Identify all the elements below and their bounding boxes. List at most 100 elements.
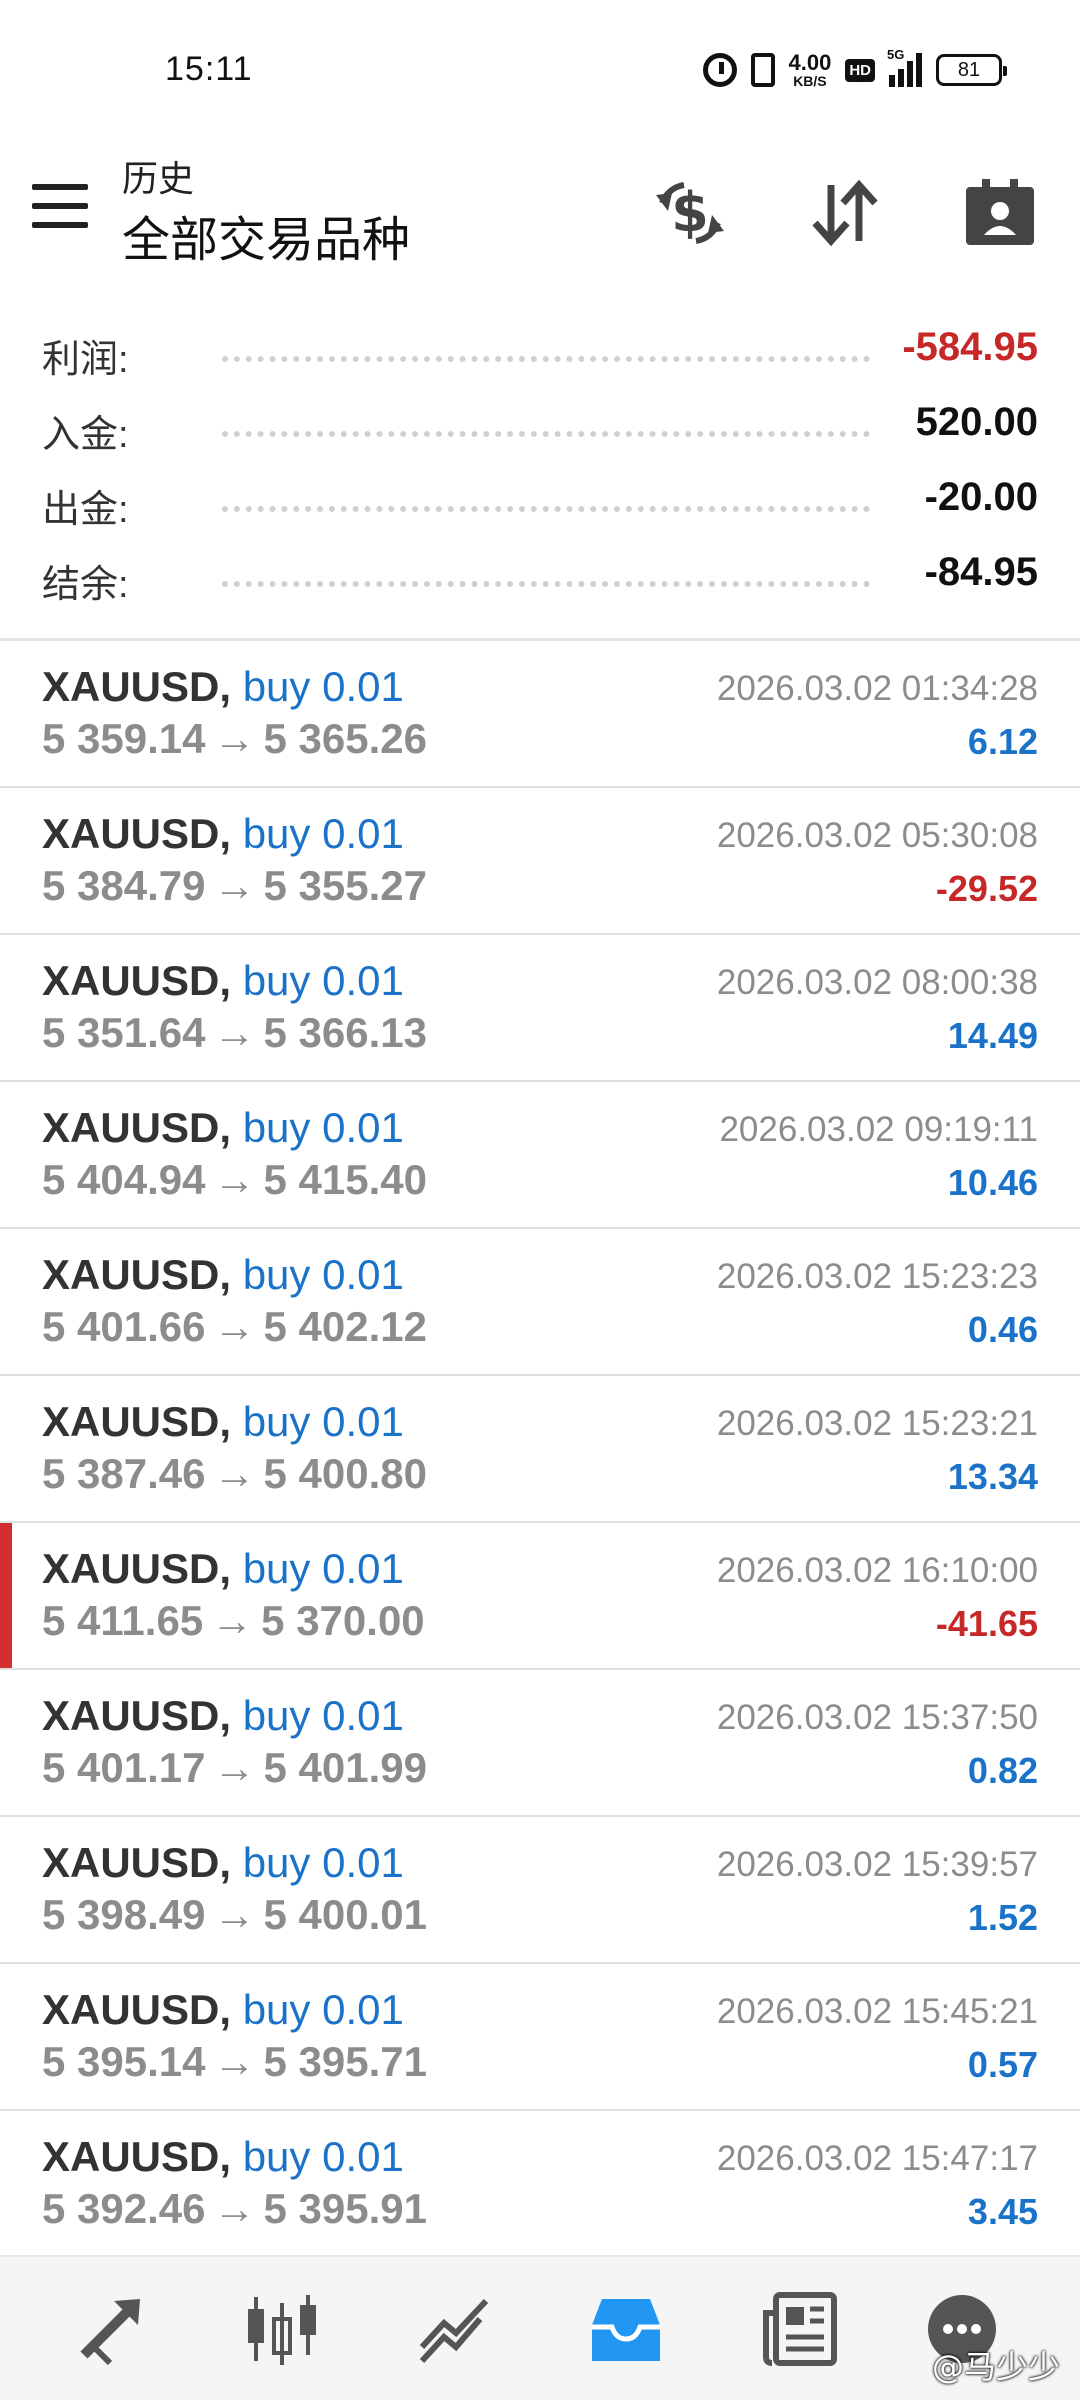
trade-header: XAUUSD, buy 0.01 — [42, 1692, 404, 1740]
open-price: 5 392.46 — [42, 2185, 206, 2232]
close-price: 5 395.91 — [263, 2185, 428, 2232]
trade-symbol: XAUUSD, — [42, 1839, 232, 1886]
net-speed-unit: KB/S — [793, 73, 827, 89]
trade-history-list: XAUUSD, buy 0.01 5 359.14 → 5 365.26 2026.03… — [0, 641, 1080, 2258]
trade-header: XAUUSD, buy 0.01 — [42, 957, 404, 1005]
signal-bar — [889, 75, 895, 87]
signal-icon: 5G — [887, 47, 922, 87]
trade-row[interactable]: XAUUSD, buy 0.01 5 411.65 → 5 370.00 2026.03… — [0, 1523, 1080, 1670]
trade-icon[interactable] — [412, 2287, 496, 2371]
trade-type: buy 0.01 — [242, 1545, 404, 1592]
status-icons: 4.00 KB/S HD 5G 81 — [702, 47, 1007, 92]
trade-prices: 5 384.79 → 5 355.27 — [42, 862, 427, 910]
trade-symbol: XAUUSD, — [42, 2133, 232, 2180]
arrow-icon: → — [213, 1303, 256, 1350]
trade-type: buy 0.01 — [242, 1839, 404, 1886]
trade-time: 2026.03.02 05:30:08 — [716, 816, 1038, 855]
trade-header: XAUUSD, buy 0.01 — [42, 1251, 404, 1299]
chart-icon[interactable] — [240, 2287, 324, 2371]
trade-header: XAUUSD, buy 0.01 — [42, 1986, 404, 2034]
open-price: 5 411.65 — [42, 1597, 204, 1644]
trade-row[interactable]: XAUUSD, buy 0.01 5 351.64 → 5 366.13 2026.03… — [0, 935, 1080, 1082]
hd-badge: HD — [845, 58, 875, 82]
trade-profit: 10.46 — [947, 1162, 1038, 1203]
trade-prices: 5 401.17 → 5 401.99 — [42, 1744, 427, 1792]
trade-symbol: XAUUSD, — [42, 1545, 232, 1592]
trade-row[interactable]: XAUUSD, buy 0.01 5 359.14 → 5 365.26 2026.03… — [0, 641, 1080, 788]
close-price: 5 400.80 — [263, 1450, 428, 1497]
trade-symbol: XAUUSD, — [42, 1251, 232, 1298]
trade-symbol: XAUUSD, — [42, 1692, 232, 1739]
trade-row[interactable]: XAUUSD, buy 0.01 5 395.14 → 5 395.71 2026.03… — [0, 1964, 1080, 2111]
currency-exchange-icon[interactable]: $ — [645, 168, 735, 258]
summary-label: 利润: — [42, 339, 129, 381]
summary-label: 入金: — [42, 414, 129, 456]
trade-profit: 14.49 — [947, 1015, 1038, 1056]
network-type: 5G — [887, 47, 905, 62]
trade-header: XAUUSD, buy 0.01 — [42, 810, 404, 858]
trade-row[interactable]: XAUUSD, buy 0.01 5 404.94 → 5 415.40 2026.03… — [0, 1082, 1080, 1229]
summary-row-deposit: 入金: 520.00 — [0, 395, 1080, 470]
battery-icon: 81 — [936, 54, 1007, 86]
trade-profit: -29.52 — [935, 868, 1038, 909]
trade-symbol: XAUUSD, — [42, 1398, 232, 1445]
trade-time: 2026.03.02 08:00:38 — [716, 963, 1038, 1002]
trade-symbol: XAUUSD, — [42, 1104, 232, 1151]
quotes-icon[interactable] — [68, 2287, 152, 2371]
trade-row[interactable]: XAUUSD, buy 0.01 5 401.66 → 5 402.12 2026.03… — [0, 1229, 1080, 1376]
signal-bar — [907, 61, 913, 87]
close-price: 5 401.99 — [263, 1744, 428, 1791]
trade-profit: 6.12 — [967, 721, 1038, 762]
trade-header: XAUUSD, buy 0.01 — [42, 1545, 404, 1593]
close-price: 5 370.00 — [261, 1597, 425, 1644]
battery-level: 81 — [957, 58, 981, 81]
open-price: 5 401.17 — [42, 1744, 206, 1791]
alarm-icon — [702, 53, 737, 87]
trade-row[interactable]: XAUUSD, buy 0.01 5 401.17 → 5 401.99 2026.03… — [0, 1670, 1080, 1817]
trade-symbol: XAUUSD, — [42, 663, 232, 710]
page-subtitle: 历史 — [122, 158, 195, 199]
trade-profit: 13.34 — [947, 1456, 1038, 1497]
open-price: 5 404.94 — [42, 1156, 206, 1203]
summary-row-withdrawal: 出金: -20.00 — [0, 470, 1080, 545]
history-icon[interactable] — [584, 2287, 668, 2371]
trade-prices: 5 401.66 → 5 402.12 — [42, 1303, 427, 1351]
open-price: 5 395.14 — [42, 2038, 206, 2085]
trade-type: buy 0.01 — [242, 1104, 404, 1151]
trade-row[interactable]: XAUUSD, buy 0.01 5 398.49 → 5 400.01 2026.03… — [0, 1817, 1080, 1964]
trade-row[interactable]: XAUUSD, buy 0.01 5 384.79 → 5 355.27 2026.03… — [0, 788, 1080, 935]
open-price: 5 398.49 — [42, 1891, 206, 1938]
dotted-leader — [222, 506, 870, 512]
open-price: 5 384.79 — [42, 862, 206, 909]
arrow-icon: → — [213, 1450, 256, 1497]
trade-header: XAUUSD, buy 0.01 — [42, 1839, 404, 1887]
news-icon[interactable] — [758, 2287, 842, 2371]
history-summary: 利润: -584.95 入金: 520.00 出金: -20.00 结余: -8… — [0, 320, 1080, 620]
trade-time: 2026.03.02 15:23:23 — [716, 1257, 1038, 1296]
signal-bar — [898, 69, 904, 87]
trade-type: buy 0.01 — [242, 957, 404, 1004]
open-price: 5 401.66 — [42, 1303, 206, 1350]
trade-time: 2026.03.02 01:34:28 — [716, 669, 1038, 708]
trade-prices: 5 398.49 → 5 400.01 — [42, 1891, 427, 1939]
trade-header: XAUUSD, buy 0.01 — [42, 1104, 404, 1152]
trade-row[interactable]: XAUUSD, buy 0.01 5 387.46 → 5 400.80 2026.03… — [0, 1376, 1080, 1523]
trade-type: buy 0.01 — [242, 1986, 404, 2033]
trade-time: 2026.03.02 15:45:21 — [716, 1992, 1038, 2031]
trade-prices: 5 387.46 → 5 400.80 — [42, 1450, 427, 1498]
trade-time: 2026.03.02 09:19:11 — [719, 1110, 1038, 1149]
trade-profit: 0.57 — [967, 2044, 1038, 2085]
trade-type: buy 0.01 — [242, 1692, 404, 1739]
open-price: 5 359.14 — [42, 715, 206, 762]
sort-icon[interactable] — [800, 168, 890, 258]
dotted-leader — [222, 356, 870, 362]
arrow-icon: → — [213, 1009, 256, 1056]
close-price: 5 365.26 — [263, 715, 428, 762]
trade-row[interactable]: XAUUSD, buy 0.01 5 392.46 → 5 395.91 2026.03… — [0, 2111, 1080, 2258]
page-title[interactable]: 全部交易品种 — [122, 200, 410, 270]
menu-icon[interactable] — [32, 184, 88, 228]
contact-card-icon[interactable] — [955, 168, 1045, 258]
trade-time: 2026.03.02 15:23:21 — [716, 1404, 1038, 1443]
arrow-icon: → — [213, 1156, 256, 1203]
svg-text:$: $ — [671, 181, 709, 244]
